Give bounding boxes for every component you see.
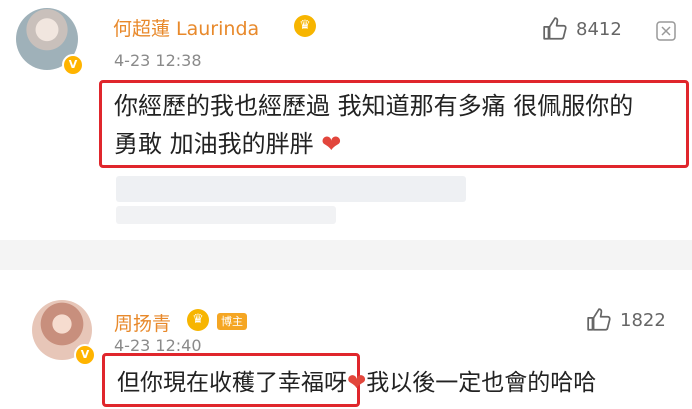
comment-card-1: V 何超蓮 Laurinda ♛ 4-23 12:38 8412 你經歷的我也經… xyxy=(0,0,692,240)
blurred-reply xyxy=(116,176,466,202)
like-button[interactable]: 1822 xyxy=(586,307,666,333)
comment-text-tail: 我以後一定也會的哈哈 xyxy=(366,370,597,396)
heart-icon: ❤ xyxy=(347,370,367,396)
comment-text: 你經歷的我也經歷過 我知道那有多痛 很佩服你的 勇敢 加油我的胖胖 ❤ xyxy=(114,87,674,163)
verified-badge-icon: V xyxy=(74,344,96,366)
like-button[interactable]: 8412 xyxy=(542,16,622,42)
thumbs-up-icon xyxy=(587,308,611,331)
timestamp: 4-23 12:38 xyxy=(114,51,202,70)
author-name[interactable]: 周扬青 xyxy=(114,309,171,336)
like-count: 8412 xyxy=(576,18,622,40)
comment-text-line2-content: 勇敢 加油我的胖胖 xyxy=(114,130,314,158)
blurred-reply xyxy=(116,206,336,224)
comment-text: 但你現在收穫了幸福呀❤我以後一定也會的哈哈 xyxy=(117,363,596,397)
close-icon[interactable] xyxy=(655,20,677,42)
author-name[interactable]: 何超蓮 Laurinda xyxy=(113,14,259,41)
divider xyxy=(0,240,692,270)
comment-text-line2: 勇敢 加油我的胖胖 ❤ xyxy=(114,125,674,163)
comment-text-main: 但你現在收穫了幸福呀 xyxy=(117,370,347,396)
thumbs-up-icon xyxy=(543,17,567,40)
verified-badge-icon: V xyxy=(62,54,84,76)
like-count: 1822 xyxy=(620,309,666,331)
crown-icon: ♛ xyxy=(187,309,209,331)
comment-text-line1: 你經歷的我也經歷過 我知道那有多痛 很佩服你的 xyxy=(114,92,634,120)
crown-icon: ♛ xyxy=(294,15,316,37)
author-tag-badge: 博主 xyxy=(217,313,247,330)
heart-icon: ❤ xyxy=(321,130,342,158)
